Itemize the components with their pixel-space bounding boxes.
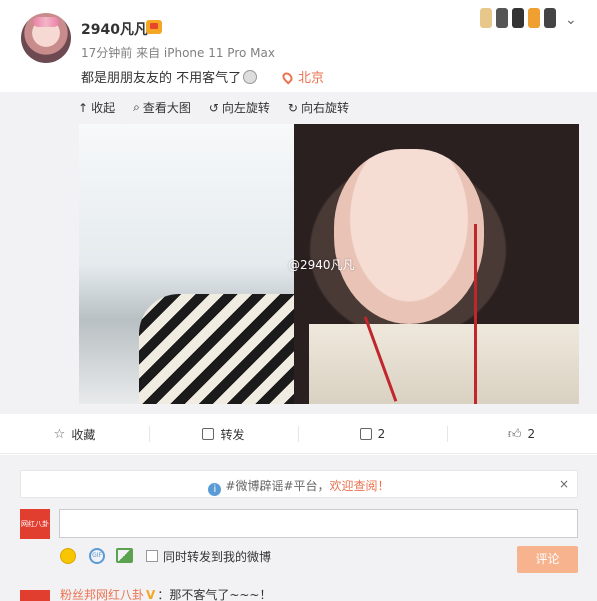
rotate-right-button[interactable]: ↻ 向右旋转 bbox=[288, 99, 349, 116]
repost-checkbox[interactable] bbox=[146, 550, 158, 562]
repost-label: 转发 bbox=[220, 427, 245, 442]
location-pin-icon bbox=[280, 70, 295, 85]
repost-button[interactable]: 转发 bbox=[149, 414, 298, 454]
reply-username[interactable]: 粉丝邦网红八卦 bbox=[60, 588, 144, 601]
notice-link[interactable]: 欢迎查阅！ bbox=[330, 479, 390, 493]
card-decoration bbox=[480, 8, 556, 28]
notice-text: i #微博辟谣#平台，欢迎查阅！ bbox=[21, 477, 577, 496]
emoji-icon bbox=[243, 70, 258, 84]
flower-crown bbox=[33, 17, 59, 27]
star-icon: ☆ bbox=[53, 426, 66, 442]
post-header: 2940凡凡 17分钟前 来自 iPhone 11 Pro Max 都是朋朋友友… bbox=[0, 0, 597, 92]
magnifier-icon: ⌕ bbox=[133, 100, 140, 114]
my-avatar[interactable]: 网红八卦 bbox=[20, 509, 50, 539]
avatar[interactable] bbox=[21, 13, 71, 63]
view-large-label: 查看大图 bbox=[142, 101, 191, 115]
reply-item: 粉丝邦网红八卦 V ：那不客气了~~~！ bbox=[60, 586, 271, 601]
photo-face bbox=[334, 149, 484, 324]
paw-icon bbox=[480, 8, 492, 28]
rotate-left-icon: ↺ bbox=[208, 100, 219, 115]
like-count: 2 bbox=[527, 427, 536, 441]
close-icon[interactable]: × bbox=[559, 477, 569, 491]
favorite-button[interactable]: ☆ 收藏 bbox=[0, 414, 149, 454]
emoji-icon[interactable] bbox=[60, 548, 76, 564]
paw-icon bbox=[528, 8, 540, 28]
comment-button[interactable]: 2 bbox=[298, 414, 447, 454]
action-bar: ☆ 收藏 转发 2 👍︎ 2 bbox=[0, 414, 597, 454]
collapse-button[interactable]: ↑ 收起 bbox=[78, 99, 115, 116]
rotate-right-icon: ↻ bbox=[287, 100, 298, 115]
username[interactable]: 2940凡凡 bbox=[81, 19, 148, 39]
reply-text: ：那不客气了~~~！ bbox=[157, 588, 272, 601]
rotate-left-label: 向左旋转 bbox=[221, 101, 270, 115]
location-link[interactable]: 北京 bbox=[280, 67, 325, 86]
gif-icon[interactable]: GIF bbox=[89, 548, 105, 564]
share-icon bbox=[202, 428, 215, 440]
verified-badge-icon: V bbox=[146, 588, 156, 601]
rotate-left-button[interactable]: ↺ 向左旋转 bbox=[209, 99, 270, 116]
like-button[interactable]: 👍︎ 2 bbox=[447, 414, 596, 454]
collapse-label: 收起 bbox=[91, 101, 116, 115]
paw-icon bbox=[544, 8, 556, 28]
photo-earphone-cable bbox=[474, 224, 477, 404]
photo-sweater-front bbox=[309, 324, 579, 404]
favorite-label: 收藏 bbox=[71, 427, 96, 442]
paw-icon bbox=[512, 8, 524, 28]
view-large-button[interactable]: ⌕ 查看大图 bbox=[133, 99, 191, 116]
comment-count: 2 bbox=[377, 427, 386, 441]
comment-input[interactable] bbox=[59, 509, 578, 538]
photo-watermark: @2940凡凡 bbox=[288, 258, 355, 272]
location-label: 北京 bbox=[298, 71, 325, 86]
repost-checkbox-label: 同时转发到我的微博 bbox=[163, 550, 272, 564]
reply-avatar[interactable] bbox=[20, 590, 50, 601]
notice-prefix[interactable]: #微博辟谣#平台， bbox=[225, 479, 329, 493]
rotate-right-label: 向右旋转 bbox=[300, 101, 349, 115]
vip-badge-icon[interactable] bbox=[146, 20, 162, 34]
submit-comment-button[interactable]: 评论 bbox=[517, 546, 578, 573]
info-icon: i bbox=[208, 483, 222, 496]
picture-icon[interactable] bbox=[116, 548, 133, 563]
image-toolbar: ↑ 收起 ⌕ 查看大图 ↺ 向左旋转 ↻ 向右旋转 bbox=[78, 99, 349, 116]
up-arrow-icon: ↑ bbox=[78, 100, 89, 115]
comment-icon bbox=[359, 428, 372, 440]
notice-banner: i #微博辟谣#平台，欢迎查阅！ × bbox=[20, 470, 578, 498]
post-text-content: 都是朋朋友友的 不用客气了 bbox=[81, 71, 242, 86]
post-meta: 17分钟前 来自 iPhone 11 Pro Max bbox=[81, 46, 275, 60]
paw-icon bbox=[496, 8, 508, 28]
post-text: 都是朋朋友友的 不用客气了 bbox=[81, 67, 258, 86]
chevron-down-icon[interactable]: ⌄ bbox=[565, 12, 577, 28]
thumbs-up-icon: 👍︎ bbox=[507, 426, 522, 442]
